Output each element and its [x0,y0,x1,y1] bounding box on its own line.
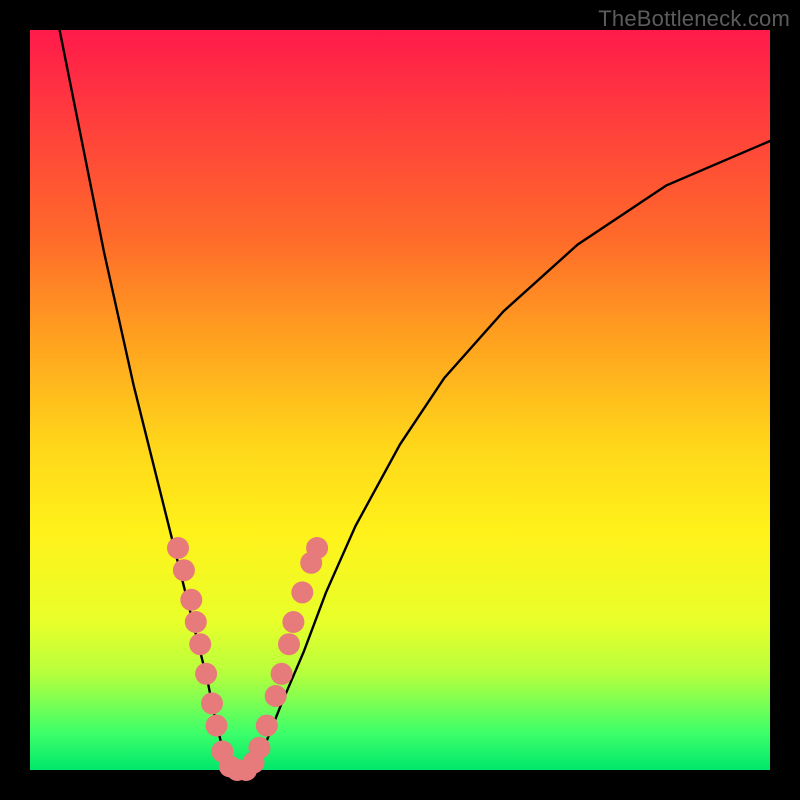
plot-area [30,30,770,770]
marker-dot [206,715,228,737]
watermark-text: TheBottleneck.com [598,6,790,32]
marker-dot [180,589,202,611]
marker-dot [306,537,328,559]
marker-dot [173,559,195,581]
marker-dot [278,633,300,655]
marker-dot [167,537,189,559]
marker-dot [201,692,223,714]
marker-dot [195,663,217,685]
marker-dot [189,633,211,655]
highlight-markers [167,537,328,781]
marker-dot [282,611,304,633]
marker-dot [248,737,270,759]
marker-dot [291,581,313,603]
marker-dot [271,663,293,685]
marker-dot [256,715,278,737]
marker-dot [185,611,207,633]
chart-frame: TheBottleneck.com [0,0,800,800]
bottleneck-curve-path [60,30,770,770]
marker-dot [265,685,287,707]
chart-svg [30,30,770,770]
